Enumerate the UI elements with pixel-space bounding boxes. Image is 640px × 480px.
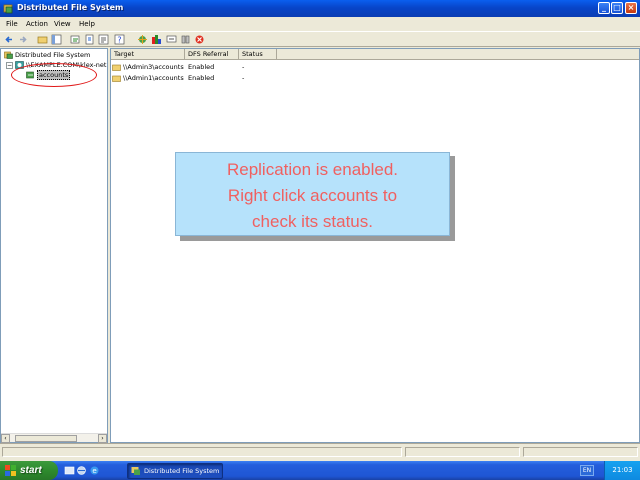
menu-file[interactable]: File <box>6 20 18 28</box>
callout-line-1: Replication is enabled. <box>226 160 399 179</box>
language-indicator[interactable]: EN <box>580 465 594 476</box>
tree-horizontal-scrollbar[interactable]: ‹ › <box>1 433 107 443</box>
filter-icon[interactable] <box>180 34 191 45</box>
quick-launch-desktop-icon[interactable] <box>64 465 75 476</box>
taskbar-dfs-window-button[interactable]: Distributed File System <box>127 463 223 479</box>
instruction-callout: Replication is enabled. Right click acco… <box>175 152 450 236</box>
help-icon[interactable]: ? <box>114 34 125 45</box>
referral-cell: Enabled <box>188 63 215 71</box>
scroll-right-arrow-icon[interactable]: › <box>98 434 107 443</box>
list-header: Target DFS Referral Status <box>111 49 639 60</box>
forward-icon[interactable] <box>17 34 28 45</box>
title-bar: Distributed File System _ □ × <box>0 0 640 17</box>
referral-cell: Enabled <box>188 74 215 82</box>
quick-launch-ie-icon[interactable]: e <box>89 465 100 476</box>
menu-bar: File Action View Help <box>0 17 640 30</box>
svg-text:e: e <box>92 467 96 475</box>
show-hide-tree-icon[interactable] <box>51 34 62 45</box>
start-label: start <box>20 465 42 476</box>
task-label: Distributed File System <box>144 467 220 475</box>
callout-line-2: Right click accounts to <box>227 186 398 205</box>
status-bar <box>0 443 640 459</box>
new-link-icon[interactable] <box>151 34 162 45</box>
new-root-icon[interactable] <box>137 34 148 45</box>
list-item[interactable]: \\Admin3\accounts Enabled - <box>111 62 411 73</box>
tree-root-label: Distributed File System <box>15 51 91 59</box>
scroll-thumb[interactable] <box>15 435 77 442</box>
shared-folder-icon <box>112 75 121 82</box>
refresh-icon[interactable] <box>70 34 81 45</box>
close-button[interactable]: × <box>625 2 637 14</box>
details-pane[interactable] <box>110 48 640 443</box>
export-list-icon[interactable] <box>84 34 95 45</box>
tree-pane[interactable] <box>0 48 108 443</box>
shared-folder-icon <box>112 64 121 71</box>
tree-root-node[interactable]: Distributed File System <box>4 51 90 61</box>
system-tray-clock[interactable]: 21:03 <box>604 461 640 480</box>
column-dfs-referral[interactable]: DFS Referral <box>185 49 239 60</box>
start-button[interactable]: start <box>0 461 58 480</box>
windows-flag-icon <box>5 465 16 476</box>
svg-text:?: ? <box>117 36 121 45</box>
window-title: Distributed File System <box>17 3 124 12</box>
target-value: \\Admin3\accounts <box>123 63 184 71</box>
toolbar: ? <box>0 31 640 47</box>
target-cell: \\Admin1\accounts <box>112 74 184 82</box>
menu-help[interactable]: Help <box>79 20 95 28</box>
tree-expander[interactable]: − <box>6 62 13 69</box>
dfs-app-icon <box>3 4 13 14</box>
taskbar: start e Distributed File System EN 21:03 <box>0 461 640 480</box>
column-status[interactable]: Status <box>239 49 277 60</box>
back-icon[interactable] <box>4 34 15 45</box>
status-segment-main <box>2 447 402 457</box>
status-segment-3 <box>523 447 638 457</box>
display-icon[interactable] <box>166 34 177 45</box>
status-cell: - <box>242 74 245 82</box>
target-value: \\Admin1\accounts <box>123 74 184 82</box>
column-target[interactable]: Target <box>111 49 185 60</box>
maximize-button[interactable]: □ <box>611 2 623 14</box>
dfs-root-icon <box>4 51 13 59</box>
menu-view[interactable]: View <box>54 20 71 28</box>
list-item[interactable]: \\Admin1\accounts Enabled - <box>111 73 411 84</box>
status-cell: - <box>242 63 245 71</box>
status-segment-2 <box>405 447 520 457</box>
scroll-left-arrow-icon[interactable]: ‹ <box>1 434 10 443</box>
target-cell: \\Admin3\accounts <box>112 63 184 71</box>
annotation-highlight-ring <box>11 63 97 87</box>
callout-line-3: check its status. <box>252 212 373 231</box>
quick-launch-explorer-icon[interactable] <box>76 465 87 476</box>
menu-action[interactable]: Action <box>26 20 48 28</box>
delete-icon[interactable] <box>194 34 205 45</box>
minimize-button[interactable]: _ <box>598 2 610 14</box>
dfs-task-icon <box>131 467 140 475</box>
up-folder-icon[interactable] <box>37 34 48 45</box>
properties-icon[interactable] <box>98 34 109 45</box>
